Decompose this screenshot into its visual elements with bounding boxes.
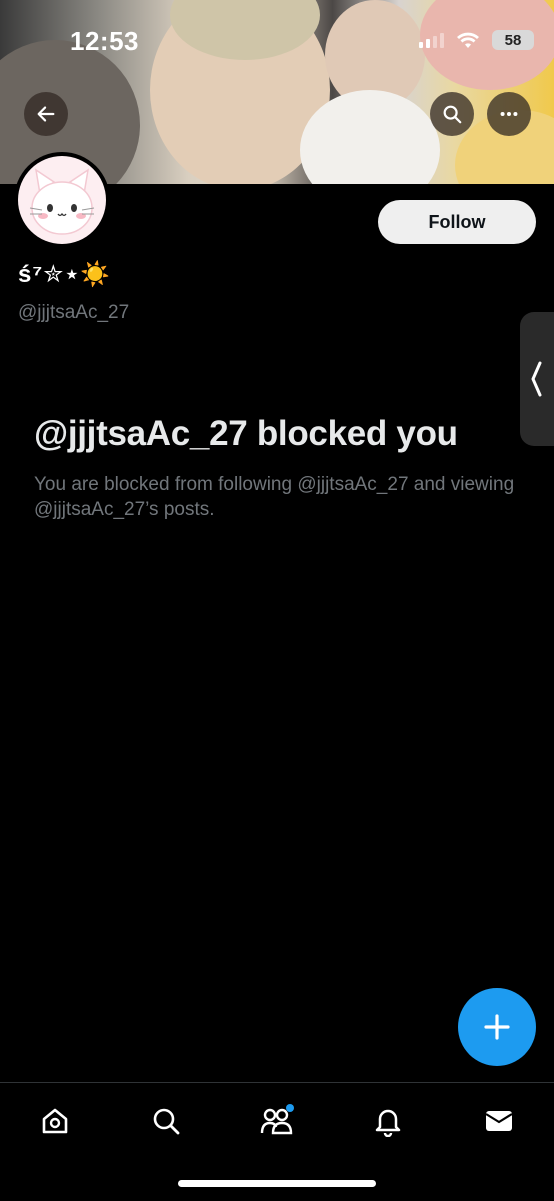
back-button[interactable]	[24, 92, 68, 136]
blocked-title: @jjjtsaAc_27 blocked you	[34, 414, 458, 453]
plus-icon	[484, 1014, 510, 1040]
cat-face-icon	[29, 168, 95, 235]
search-icon	[443, 105, 462, 124]
tab-explore[interactable]	[146, 1101, 186, 1141]
profile-avatar[interactable]	[14, 152, 110, 248]
more-button[interactable]	[487, 92, 531, 136]
side-drawer-handle[interactable]	[520, 312, 554, 446]
wifi-icon	[457, 32, 479, 48]
arrow-left-icon	[37, 106, 55, 122]
profile-handle: @jjjtsaAc_27	[18, 302, 130, 323]
messages-icon	[485, 1111, 513, 1131]
status-icons: 58	[419, 30, 534, 50]
more-horizontal-icon	[500, 111, 518, 117]
home-icon	[42, 1108, 68, 1134]
search-button[interactable]	[430, 92, 474, 136]
cellular-signal-icon	[419, 32, 444, 48]
chevron-left-icon	[531, 361, 542, 397]
search-icon	[153, 1108, 180, 1135]
tab-home[interactable]	[35, 1101, 75, 1141]
avatar-image	[18, 156, 106, 244]
follow-button[interactable]: Follow	[378, 200, 536, 244]
blocked-description: You are blocked from following @jjjtsaAc…	[34, 474, 515, 520]
communities-icon	[260, 1104, 294, 1135]
notifications-icon	[375, 1109, 401, 1137]
tab-messages[interactable]	[479, 1101, 519, 1141]
home-indicator	[178, 1180, 376, 1187]
battery-indicator: 58	[492, 30, 534, 50]
tab-notifications[interactable]	[368, 1101, 408, 1141]
compose-post-button[interactable]	[458, 988, 536, 1066]
tab-communities[interactable]	[257, 1101, 297, 1141]
status-time: 12:53	[70, 26, 139, 56]
profile-display-name: ś⁷✮⋆☀️	[18, 261, 112, 288]
